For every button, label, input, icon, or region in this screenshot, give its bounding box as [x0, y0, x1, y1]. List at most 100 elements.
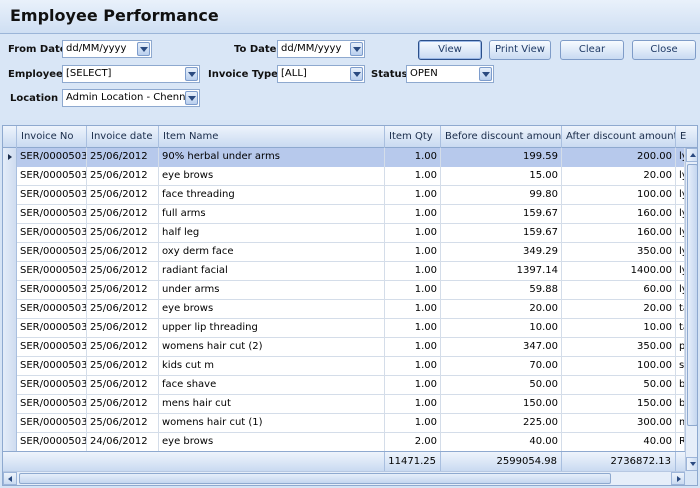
cell-employee[interactable]: ta	[676, 319, 685, 338]
row-indicator[interactable]	[3, 205, 17, 224]
cell-item-name[interactable]: full arms	[159, 205, 385, 224]
cell-item-name[interactable]: under arms	[159, 281, 385, 300]
cell-invoice-date[interactable]: 25/06/2012	[87, 224, 159, 243]
cell-invoice-no[interactable]: SER/00005037	[17, 186, 87, 205]
row-indicator[interactable]	[3, 148, 17, 167]
cell-before-discount[interactable]: 15.00	[441, 167, 562, 186]
cell-invoice-date[interactable]: 24/06/2012	[87, 433, 159, 452]
scroll-down-button[interactable]	[686, 457, 697, 471]
cell-item-qty[interactable]: 1.00	[385, 148, 441, 167]
cell-invoice-date[interactable]: 25/06/2012	[87, 300, 159, 319]
cell-invoice-date[interactable]: 25/06/2012	[87, 338, 159, 357]
cell-invoice-no[interactable]: SER/00005037	[17, 243, 87, 262]
cell-after-discount[interactable]: 150.00	[562, 395, 676, 414]
cell-invoice-no[interactable]: SER/00005035	[17, 338, 87, 357]
cell-after-discount[interactable]: 20.00	[562, 300, 676, 319]
cell-before-discount[interactable]: 159.67	[441, 224, 562, 243]
cell-invoice-date[interactable]: 25/06/2012	[87, 205, 159, 224]
row-indicator[interactable]	[3, 281, 17, 300]
cell-item-name[interactable]: kids cut m	[159, 357, 385, 376]
cell-invoice-date[interactable]: 25/06/2012	[87, 414, 159, 433]
cell-item-qty[interactable]: 2.00	[385, 433, 441, 452]
horizontal-scrollbar[interactable]	[3, 471, 685, 485]
row-indicator[interactable]	[3, 167, 17, 186]
cell-invoice-date[interactable]: 25/06/2012	[87, 186, 159, 205]
cell-employee[interactable]: ta	[676, 300, 685, 319]
status-select[interactable]: OPEN	[406, 65, 494, 83]
cell-invoice-no[interactable]: SER/00005033	[17, 376, 87, 395]
cell-employee[interactable]: ly	[676, 224, 685, 243]
cell-invoice-no[interactable]: SER/00005034	[17, 357, 87, 376]
cell-before-discount[interactable]: 40.00	[441, 433, 562, 452]
cell-invoice-no[interactable]: SER/00005032	[17, 414, 87, 433]
cell-item-name[interactable]: upper lip threading	[159, 319, 385, 338]
table-row[interactable]: SER/00005037 25/06/2012 half leg 1.00 159.67…	[3, 224, 685, 243]
print-view-button[interactable]: Print View	[489, 40, 551, 60]
cell-before-discount[interactable]: 159.67	[441, 205, 562, 224]
cell-after-discount[interactable]: 1400.00	[562, 262, 676, 281]
cell-item-qty[interactable]: 1.00	[385, 395, 441, 414]
cell-after-discount[interactable]: 160.00	[562, 205, 676, 224]
location-select[interactable]: Admin Location - Chennai	[62, 89, 200, 107]
cell-invoice-no[interactable]: SER/00005037	[17, 281, 87, 300]
column-header-before-discount[interactable]: Before discount amount	[441, 126, 562, 148]
row-indicator[interactable]	[3, 395, 17, 414]
column-header-after-discount[interactable]: After discount amount	[562, 126, 676, 148]
cell-after-discount[interactable]: 60.00	[562, 281, 676, 300]
row-indicator[interactable]	[3, 300, 17, 319]
cell-employee[interactable]: ba	[676, 395, 685, 414]
cell-after-discount[interactable]: 40.00	[562, 433, 676, 452]
cell-after-discount[interactable]: 100.00	[562, 186, 676, 205]
cell-employee[interactable]: ly	[676, 205, 685, 224]
cell-employee[interactable]: m	[676, 414, 685, 433]
cell-after-discount[interactable]: 350.00	[562, 338, 676, 357]
cell-invoice-date[interactable]: 25/06/2012	[87, 395, 159, 414]
table-row[interactable]: SER/00005037 25/06/2012 oxy derm face 1.00 3…	[3, 243, 685, 262]
invoice-type-dropdown-icon[interactable]	[350, 67, 363, 81]
cell-before-discount[interactable]: 225.00	[441, 414, 562, 433]
cell-item-qty[interactable]: 1.00	[385, 186, 441, 205]
row-indicator[interactable]	[3, 262, 17, 281]
cell-item-qty[interactable]: 1.00	[385, 262, 441, 281]
row-indicator[interactable]	[3, 224, 17, 243]
cell-after-discount[interactable]: 100.00	[562, 357, 676, 376]
cell-employee[interactable]: ly	[676, 186, 685, 205]
row-indicator[interactable]	[3, 414, 17, 433]
table-row[interactable]: SER/00005033 25/06/2012 mens hair cut 1.00 1…	[3, 395, 685, 414]
scroll-left-button[interactable]	[3, 472, 17, 485]
cell-before-discount[interactable]: 349.29	[441, 243, 562, 262]
cell-before-discount[interactable]: 99.80	[441, 186, 562, 205]
table-row[interactable]: SER/00005037 25/06/2012 full arms 1.00 159.6…	[3, 205, 685, 224]
status-dropdown-icon[interactable]	[479, 67, 492, 81]
cell-item-name[interactable]: eye brows	[159, 167, 385, 186]
cell-employee[interactable]: ly	[676, 262, 685, 281]
cell-invoice-no[interactable]: SER/00005037	[17, 224, 87, 243]
cell-before-discount[interactable]: 199.59	[441, 148, 562, 167]
column-header-invoice-date[interactable]: Invoice date	[87, 126, 159, 148]
employee-select[interactable]: [SELECT]	[62, 65, 200, 83]
from-date-dropdown-icon[interactable]	[137, 42, 150, 56]
clear-button[interactable]: Clear	[560, 40, 624, 60]
cell-item-qty[interactable]: 1.00	[385, 414, 441, 433]
row-indicator[interactable]	[3, 319, 17, 338]
view-button[interactable]: View	[418, 40, 482, 60]
cell-before-discount[interactable]: 20.00	[441, 300, 562, 319]
table-row[interactable]: SER/00005037 25/06/2012 90% herbal under a…	[3, 148, 685, 167]
cell-item-qty[interactable]: 1.00	[385, 243, 441, 262]
cell-item-name[interactable]: eye brows	[159, 300, 385, 319]
table-row[interactable]: SER/00005032 25/06/2012 womens hair cut (1…	[3, 414, 685, 433]
cell-item-name[interactable]: womens hair cut (2)	[159, 338, 385, 357]
cell-after-discount[interactable]: 20.00	[562, 167, 676, 186]
cell-invoice-no[interactable]: SER/00005037	[17, 262, 87, 281]
cell-item-name[interactable]: womens hair cut (1)	[159, 414, 385, 433]
invoice-type-select[interactable]: [ALL]	[277, 65, 365, 83]
cell-after-discount[interactable]: 50.00	[562, 376, 676, 395]
cell-employee[interactable]: ba	[676, 376, 685, 395]
cell-employee[interactable]: ly	[676, 243, 685, 262]
cell-invoice-no[interactable]: SER/00005037	[17, 205, 87, 224]
cell-after-discount[interactable]: 350.00	[562, 243, 676, 262]
cell-after-discount[interactable]: 300.00	[562, 414, 676, 433]
cell-item-qty[interactable]: 1.00	[385, 281, 441, 300]
vertical-scrollbar[interactable]	[685, 148, 697, 471]
horizontal-scroll-thumb[interactable]	[19, 473, 611, 484]
